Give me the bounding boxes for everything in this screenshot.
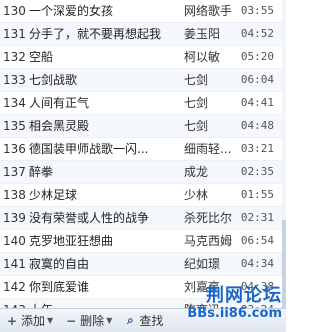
playlist-row[interactable]: 139 没有荣誉或人性的战争 杀死比尔 02:31	[0, 207, 286, 230]
playlist-scrollbar[interactable]	[282, 0, 286, 308]
song-duration: 02:31	[240, 211, 274, 224]
song-title: 德国装甲师战歌一闪...	[29, 142, 149, 156]
scrollbar-thumb[interactable]	[282, 220, 286, 308]
song-duration: 06:04	[240, 73, 274, 86]
song-artist: 七剑	[184, 119, 209, 133]
song-title: 克罗地亚狂想曲	[29, 234, 114, 248]
song-duration: 04:52	[240, 27, 274, 40]
row-index: 138	[3, 188, 26, 202]
add-button[interactable]: + 添加 ▼	[0, 309, 59, 332]
playlist-row[interactable]: 143十年陈奕迅03:24	[0, 299, 286, 308]
song-artist: 陈奕迅	[184, 299, 248, 308]
search-icon: ⌕	[126, 313, 134, 327]
playlist-row[interactable]: 135 相会黑灵殿 七剑 04:48	[0, 115, 286, 138]
song-artist: 杀死比尔	[184, 211, 233, 225]
playlist-row[interactable]: 130 一个深爱的女孩 网络歌手 03:55	[0, 0, 286, 23]
song-duration: 04:41	[240, 96, 274, 109]
song-duration: 02:35	[240, 165, 274, 178]
song-duration: 04:34	[240, 257, 274, 270]
delete-label: 删除	[80, 314, 105, 328]
song-title: 没有荣誉或人性的战争	[29, 211, 150, 225]
bottom-toolbar: + 添加 ▼ − 删除 ▼ ⌕ 查找	[0, 308, 286, 332]
row-index: 133	[3, 73, 26, 87]
song-artist: 姜玉阳	[184, 27, 221, 41]
row-index: 134	[3, 96, 26, 110]
playlist-row[interactable]: 138 少林足球 少林 01:55	[0, 184, 286, 207]
song-title: 相会黑灵殿	[29, 119, 90, 133]
song-artist: 柯以敏	[184, 50, 221, 64]
row-index: 142	[3, 280, 26, 294]
find-button[interactable]: ⌕ 查找	[118, 309, 169, 332]
playlist: 130 一个深爱的女孩 网络歌手 03:55 131 分手了，就不要再想起我 姜玉阳 04:5…	[0, 0, 286, 308]
find-label: 查找	[139, 314, 164, 328]
playlist-row[interactable]: 133 七剑战歌 七剑 06:04	[0, 69, 286, 92]
song-title: 你到底爱谁	[29, 280, 90, 294]
song-title: 空船	[29, 50, 54, 64]
song-duration: 03:55	[240, 4, 274, 17]
playlist-row[interactable]: 141 寂寞的自由 纪如璟 04:34	[0, 253, 286, 276]
chevron-down-icon: ▼	[106, 316, 113, 325]
playlist-row[interactable]: 142 你到底爱谁 刘嘉亮 04:38	[0, 276, 286, 299]
row-index: 141	[3, 257, 26, 271]
song-artist: 纪如璟	[184, 257, 221, 271]
song-artist: 少林	[184, 188, 209, 202]
row-index: 135	[3, 119, 26, 133]
song-title: 十年	[29, 299, 179, 308]
song-duration: 01:55	[240, 188, 274, 201]
row-index: 139	[3, 211, 26, 225]
song-title: 寂寞的自由	[29, 257, 90, 271]
playlist-row[interactable]: 131 分手了，就不要再想起我 姜玉阳 04:52	[0, 23, 286, 46]
song-artist: 网络歌手	[184, 4, 233, 18]
song-duration: 04:38	[240, 280, 274, 293]
row-index: 136	[3, 142, 26, 156]
song-duration: 03:21	[240, 142, 274, 155]
song-artist: 七剑	[184, 73, 209, 87]
delete-button[interactable]: − 删除 ▼	[59, 309, 118, 332]
song-title: 少林足球	[29, 188, 78, 202]
song-title: 醉拳	[29, 165, 54, 179]
song-artist: 马克西姆	[184, 234, 233, 248]
song-artist: 细雨轻...	[184, 142, 232, 156]
playlist-row[interactable]: 140 克罗地亚狂想曲 马克西姆 06:54	[0, 230, 286, 253]
song-duration: 04:48	[240, 119, 274, 132]
song-title: 分手了，就不要再想起我	[29, 27, 162, 41]
row-index: 140	[3, 234, 26, 248]
song-artist: 成龙	[184, 165, 209, 179]
chevron-down-icon: ▼	[47, 316, 54, 325]
song-duration: 05:20	[240, 50, 274, 63]
playlist-row[interactable]: 132 空船 柯以敏 05:20	[0, 46, 286, 69]
minus-icon: −	[66, 313, 77, 328]
song-title: 人间有正气	[29, 96, 90, 110]
song-artist: 刘嘉亮	[184, 280, 221, 294]
row-index: 132	[3, 50, 26, 64]
add-label: 添加	[21, 314, 46, 328]
playlist-row[interactable]: 137 醉拳 成龙 02:35	[0, 161, 286, 184]
plus-icon: +	[6, 313, 18, 328]
row-index: 143	[3, 299, 28, 308]
playlist-row[interactable]: 136 德国装甲师战歌一闪... 细雨轻... 03:21	[0, 138, 286, 161]
row-index: 131	[3, 27, 26, 41]
song-title: 七剑战歌	[29, 73, 78, 87]
playlist-row[interactable]: 134 人间有正气 七剑 04:41	[0, 92, 286, 115]
row-index: 130	[3, 4, 26, 18]
song-duration: 06:54	[240, 234, 274, 247]
song-duration: 03:24	[240, 299, 274, 308]
row-index: 137	[3, 165, 26, 179]
song-artist: 七剑	[184, 96, 209, 110]
song-title: 一个深爱的女孩	[29, 4, 114, 18]
